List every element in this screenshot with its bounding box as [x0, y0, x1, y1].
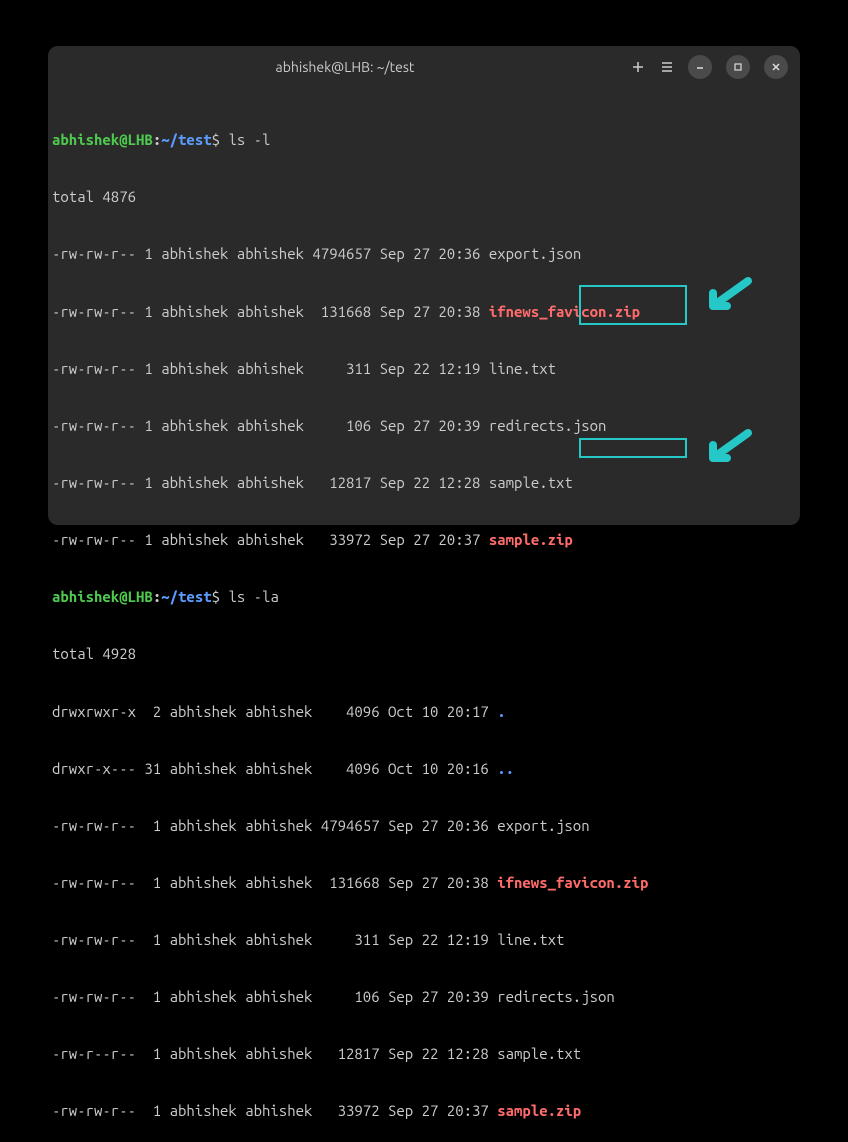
minimize-button[interactable]	[688, 55, 712, 79]
filename: export.json	[489, 245, 581, 262]
output-line: -rw-rw-r-- 1 abhishek abhishek 106 Sep 2…	[48, 416, 800, 435]
filename-dir: ..	[497, 760, 514, 777]
prompt-dollar: $	[212, 131, 220, 148]
output-line: -rw-rw-r-- 1 abhishek abhishek 12817 Sep…	[48, 473, 800, 492]
filename: redirects.json	[489, 417, 607, 434]
output-line: -rw-r--r-- 1 abhishek abhishek 12817 Sep…	[48, 1044, 800, 1063]
annotation-box-hiddenfile	[579, 438, 687, 458]
prompt-tilde: ~	[161, 131, 169, 148]
output-line: -rw-rw-r-- 1 abhishek abhishek 311 Sep 2…	[48, 359, 800, 378]
command-text: ls -l	[220, 131, 270, 148]
filename: sample.txt	[489, 474, 573, 491]
prompt-colon: :	[153, 588, 161, 605]
prompt-host: LHB	[128, 131, 153, 148]
filename: redirects.json	[497, 988, 615, 1005]
filename: export.json	[497, 817, 589, 834]
prompt-user: abhishek	[52, 131, 119, 148]
filename-dir: .	[497, 703, 505, 720]
prompt-host: LHB	[128, 588, 153, 605]
menu-icon[interactable]	[660, 60, 674, 74]
prompt-tilde: ~	[161, 588, 169, 605]
filename: sample.txt	[497, 1045, 581, 1062]
output-line: -rw-rw-r-- 1 abhishek abhishek 131668 Se…	[48, 302, 800, 321]
prompt-at: @	[119, 588, 127, 605]
annotation-arrow-icon	[703, 428, 753, 468]
filename-archive: ifnews_favicon.zip	[497, 874, 648, 891]
output-line: -rw-rw-r-- 1 abhishek abhishek 33972 Sep…	[48, 530, 800, 549]
terminal-body[interactable]: abhishek@LHB:~/test$ ls -l total 4876 -r…	[48, 88, 800, 1142]
filename: line.txt	[497, 931, 564, 948]
prompt-colon: :	[153, 131, 161, 148]
titlebar: abhishek@LHB: ~/test	[48, 46, 800, 88]
terminal-window: abhishek@LHB: ~/test abhishek@LHB:~/test…	[48, 46, 800, 525]
prompt-line: abhishek@LHB:~/test$ ls -l	[48, 130, 800, 149]
output-line: -rw-rw-r-- 1 abhishek abhishek 131668 Se…	[48, 873, 800, 892]
command-text: ls -la	[220, 588, 279, 605]
output-line: -rw-rw-r-- 1 abhishek abhishek 311 Sep 2…	[48, 930, 800, 949]
close-button[interactable]	[764, 55, 788, 79]
output-line: total 4928	[48, 644, 800, 663]
maximize-button[interactable]	[726, 55, 750, 79]
output-line: total 4876	[48, 187, 800, 206]
filename-archive: sample.zip	[489, 531, 573, 548]
prompt-path: /test	[170, 131, 212, 148]
window-title: abhishek@LHB: ~/test	[60, 59, 630, 75]
filename-archive: ifnews_favicon.zip	[489, 303, 640, 320]
output-line: -rw-rw-r-- 1 abhishek abhishek 4794657 S…	[48, 816, 800, 835]
output-line: drwxrwxr-x 2 abhishek abhishek 4096 Oct …	[48, 702, 800, 721]
output-line: -rw-rw-r-- 1 abhishek abhishek 106 Sep 2…	[48, 987, 800, 1006]
prompt-at: @	[119, 131, 127, 148]
output-line: -rw-rw-r-- 1 abhishek abhishek 33972 Sep…	[48, 1101, 800, 1120]
filename-archive: sample.zip	[497, 1102, 581, 1119]
output-line: drwxr-x--- 31 abhishek abhishek 4096 Oct…	[48, 759, 800, 778]
titlebar-controls	[630, 55, 788, 79]
filename: line.txt	[489, 360, 556, 377]
prompt-line: abhishek@LHB:~/test$ ls -la	[48, 587, 800, 606]
new-tab-icon[interactable]	[630, 59, 646, 75]
prompt-dollar: $	[212, 588, 220, 605]
output-line: -rw-rw-r-- 1 abhishek abhishek 4794657 S…	[48, 244, 800, 263]
prompt-path: /test	[170, 588, 212, 605]
prompt-user: abhishek	[52, 588, 119, 605]
